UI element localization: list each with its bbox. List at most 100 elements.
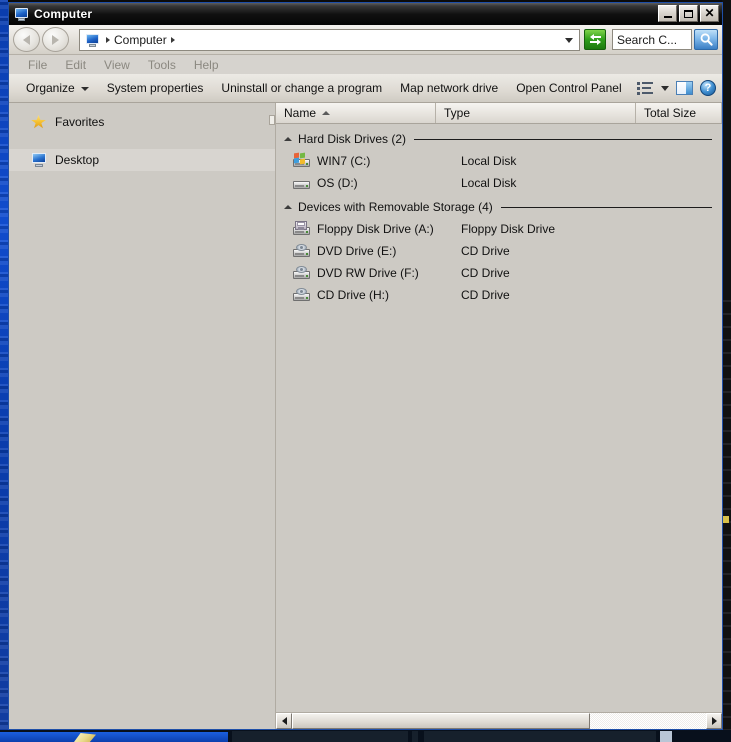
group-header-label: Hard Disk Drives (2) [298,132,407,146]
scroll-right-button[interactable] [706,713,722,729]
chevron-down-icon [80,86,89,91]
sidebar-item-label: Favorites [55,115,105,129]
drive-name: DVD Drive (E:) [317,244,397,258]
drive-type: CD Drive [461,266,510,280]
taskbar-tray-icon[interactable] [660,731,672,742]
taskbar-button[interactable] [232,731,408,742]
column-header-total-size-label: Total Size [644,106,697,120]
navigation-pane: Favorites Desktop [9,103,276,729]
magnifier-icon [700,33,713,46]
minimize-button[interactable] [658,5,677,22]
computer-monitor-icon [13,7,29,21]
scrollbar-thumb[interactable] [292,713,591,729]
table-row[interactable]: OS (D:) Local Disk [276,172,722,194]
menu-item-tools[interactable]: Tools [139,58,185,72]
drive-type: Floppy Disk Drive [461,222,556,236]
column-header-row: Name Type Total Size [276,103,722,124]
search-input[interactable]: Search C... [612,29,692,50]
collapse-caret-icon[interactable] [284,137,292,141]
table-row[interactable]: DVD Drive (E:) CD Drive [276,240,722,262]
scroll-left-icon [281,717,287,725]
address-input[interactable]: Computer [79,28,580,51]
window-controls: ✕ [658,5,719,22]
menu-item-edit[interactable]: Edit [56,58,95,72]
group-divider [414,138,712,140]
menu-item-help[interactable]: Help [185,58,228,72]
sort-ascending-icon [322,111,331,115]
group-header-removable-storage[interactable]: Devices with Removable Storage (4) [276,198,722,216]
drive-type: CD Drive [461,244,510,258]
maximize-button[interactable] [679,5,698,22]
search-placeholder: Search C... [617,32,678,47]
drive-type: Local Disk [461,176,517,190]
organize-label: Organize [26,81,75,95]
table-row[interactable]: DVD RW Drive (F:) CD Drive [276,262,722,284]
sidebar-item-desktop[interactable]: Desktop [9,149,275,171]
drive-name: DVD RW Drive (F:) [317,266,419,280]
search-button[interactable] [694,29,718,50]
table-row[interactable]: Floppy Disk Drive (A:) Floppy Disk Drive [276,218,722,240]
group-header-label: Devices with Removable Storage (4) [298,200,493,214]
column-header-total-size[interactable]: Total Size [636,103,722,123]
table-row[interactable]: CD Drive (H:) CD Drive [276,284,722,306]
column-header-type[interactable]: Type [436,103,636,123]
chevron-down-icon[interactable] [565,37,573,43]
preview-pane-icon[interactable] [676,81,693,95]
windows-drive-icon [292,152,312,170]
scrollbar-track[interactable] [292,713,706,729]
open-control-panel-button[interactable]: Open Control Panel [507,81,630,95]
column-header-name[interactable]: Name [276,103,436,123]
taskbar-button[interactable] [412,731,418,742]
hard-drive-icon [292,175,312,192]
breadcrumb-computer[interactable]: Computer [114,33,167,47]
taskbar-start-area[interactable] [0,732,228,742]
refresh-button[interactable] [584,29,606,50]
address-bar: Computer Search C... [9,25,722,55]
table-row[interactable]: WIN7 (C:) Local Disk [276,150,722,172]
forward-button[interactable] [42,27,69,52]
title-bar[interactable]: Computer ✕ [9,3,722,25]
drive-name: Floppy Disk Drive (A:) [317,222,434,236]
star-icon [31,114,48,130]
help-question-icon[interactable]: ? [700,80,716,96]
close-button[interactable]: ✕ [700,5,719,22]
floppy-drive-icon [292,220,312,238]
explorer-window: Computer ✕ Computer Search C... File Edi… [8,2,723,730]
collapse-caret-icon[interactable] [284,205,292,209]
maximize-icon [684,9,693,18]
window-title: Computer [34,7,93,21]
drive-name: WIN7 (C:) [317,154,371,168]
taskbar-button[interactable] [424,731,656,742]
command-bar: Organize System properties Uninstall or … [9,74,722,103]
breadcrumb-separator-icon [106,36,110,43]
close-icon: ✕ [704,6,715,20]
drive-name: OS (D:) [317,176,358,190]
list-view-icon[interactable] [637,81,654,95]
sidebar-item-favorites[interactable]: Favorites [9,111,275,133]
desktop-monitor-icon [31,152,48,168]
organize-button[interactable]: Organize [17,81,98,95]
map-network-drive-button[interactable]: Map network drive [391,81,507,95]
optical-drive-icon [292,287,312,304]
navigation-pane-scrollbar[interactable] [269,115,275,125]
system-properties-button[interactable]: System properties [98,81,213,95]
menu-item-file[interactable]: File [19,58,56,72]
scroll-left-button[interactable] [276,713,292,729]
menu-item-view[interactable]: View [95,58,139,72]
horizontal-scrollbar[interactable] [276,712,722,729]
window-body: Favorites Desktop Name Type Total Size H… [9,103,722,729]
file-list: Hard Disk Drives (2) WIN7 (C:) Local Dis… [276,124,722,712]
scroll-right-icon [711,717,717,725]
computer-monitor-icon [84,33,100,47]
chevron-down-icon[interactable] [661,85,669,91]
background-window-folder-icon [723,516,729,523]
breadcrumb-separator-icon[interactable] [170,36,175,43]
optical-drive-icon [292,243,312,260]
uninstall-or-change-program-button[interactable]: Uninstall or change a program [212,81,391,95]
group-header-hard-disk-drives[interactable]: Hard Disk Drives (2) [276,130,722,148]
refresh-icon [589,34,601,45]
back-button[interactable] [13,27,40,52]
group-divider [500,206,712,208]
drive-name: CD Drive (H:) [317,288,389,302]
background-window-right-text [722,300,731,730]
